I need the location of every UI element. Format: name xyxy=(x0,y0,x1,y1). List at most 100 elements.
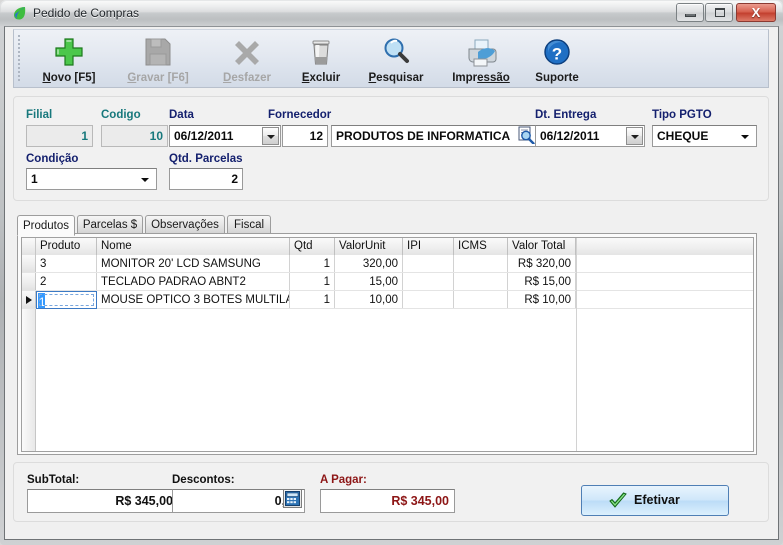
trash-can-icon xyxy=(304,35,338,69)
toolbar-button-impressao[interactable]: Impressão xyxy=(440,32,522,87)
minimize-button[interactable] xyxy=(676,3,704,22)
row-selector-triangle-icon xyxy=(26,296,32,304)
grid-col-icms: ICMS xyxy=(454,238,508,255)
data-date-picker[interactable]: 06/12/2011 xyxy=(169,125,281,147)
chevron-down-icon[interactable] xyxy=(138,170,155,188)
data-value: 06/12/2011 xyxy=(174,129,234,143)
tab-strip: Produtos Parcelas $ Observações Fiscal xyxy=(17,215,757,236)
descontos-label: Descontos: xyxy=(172,474,235,486)
grid-col-ipi: IPI xyxy=(403,238,454,255)
save-disk-icon xyxy=(141,35,175,69)
green-check-icon xyxy=(608,492,628,510)
toolbar-button-desfazer-label: Desfazer xyxy=(223,72,271,84)
filial-field: 1 xyxy=(26,125,93,147)
toolbar-button-suporte[interactable]: ? Suporte xyxy=(524,32,590,87)
magnifier-search-icon[interactable] xyxy=(517,126,535,145)
minimize-icon xyxy=(685,14,696,17)
grid-empty-indicator-column xyxy=(22,309,36,451)
efetivar-button[interactable]: Efetivar xyxy=(581,485,729,516)
cell-ipi xyxy=(403,273,454,290)
cell-icms xyxy=(454,255,508,272)
toolbar-button-excluir[interactable]: Excluir xyxy=(290,32,352,87)
products-grid[interactable]: Produto Nome Qtd ValorUnit IPI ICMS Valo… xyxy=(21,237,754,452)
cell-valortotal: R$ 15,00 xyxy=(508,273,576,290)
chevron-down-icon[interactable] xyxy=(626,127,643,145)
close-button[interactable]: X xyxy=(736,3,776,22)
title-bar: Pedido de Compras X xyxy=(0,0,783,26)
cell-produto-editing[interactable]: 1 xyxy=(36,291,97,309)
cell-produto: 3 xyxy=(36,255,97,272)
grid-indicator-header xyxy=(22,238,36,255)
table-row[interactable]: 1 MOUSE OPTICO 3 BOTES MULTILA 1 10,00 R… xyxy=(22,291,753,309)
grid-col-qtd: Qtd xyxy=(290,238,335,255)
grid-row-indicator-selected xyxy=(22,291,36,308)
codigo-field: 10 xyxy=(101,125,168,147)
efetivar-button-label: Efetivar xyxy=(634,493,680,507)
tab-parcelas[interactable]: Parcelas $ xyxy=(77,215,143,234)
subtotal-field: R$ 345,00 xyxy=(27,489,179,513)
cell-qtd: 1 xyxy=(290,291,335,308)
tab-produtos[interactable]: Produtos xyxy=(17,215,75,236)
fornecedor-name-field[interactable]: PRODUTOS DE INFORMATICA xyxy=(331,125,536,147)
grid-last-column-divider xyxy=(576,238,577,451)
a-pagar-label: A Pagar: xyxy=(320,474,367,486)
help-question-icon: ? xyxy=(540,35,574,69)
tab-fiscal[interactable]: Fiscal xyxy=(227,215,271,234)
cell-valorunit: 320,00 xyxy=(335,255,403,272)
window-title: Pedido de Compras xyxy=(33,6,140,20)
qtd-parcelas-field[interactable]: 2 xyxy=(169,168,243,190)
calculator-button[interactable] xyxy=(283,489,302,508)
toolbar-button-novo[interactable]: Novo [F5] xyxy=(28,32,110,87)
order-header-panel: Filial 1 Codigo 10 Data 06/12/2011 Forne… xyxy=(13,96,769,201)
minimize-button-face xyxy=(677,4,703,21)
tab-observacoes[interactable]: Observações xyxy=(145,215,225,234)
toolbar-grip-handle[interactable] xyxy=(16,32,23,86)
plus-icon xyxy=(52,35,86,69)
cell-qtd: 1 xyxy=(290,255,335,272)
data-label: Data xyxy=(169,109,194,121)
grid-col-valorunit: ValorUnit xyxy=(335,238,403,255)
condicao-value: 1 xyxy=(31,172,38,186)
filial-label: Filial xyxy=(26,109,53,121)
grid-header-row: Produto Nome Qtd ValorUnit IPI ICMS Valo… xyxy=(22,238,753,255)
toolbar-button-pesquisar[interactable]: Pesquisar xyxy=(354,32,438,87)
cell-qtd: 1 xyxy=(290,273,335,290)
fornecedor-label: Fornecedor xyxy=(268,109,332,121)
cell-nome: TECLADO PADRAO ABNT2 xyxy=(97,273,290,290)
subtotal-label: SubTotal: xyxy=(27,474,80,486)
toolbar-button-suporte-label: Suporte xyxy=(535,72,579,84)
grid-col-produto: Produto xyxy=(36,238,97,255)
tipo-pgto-label: Tipo PGTO xyxy=(652,109,712,121)
cell-icms xyxy=(454,273,508,290)
a-pagar-field: R$ 345,00 xyxy=(320,489,455,513)
cell-ipi xyxy=(403,255,454,272)
close-icon: X xyxy=(751,5,761,20)
toolbar-button-pesquisar-label: Pesquisar xyxy=(368,72,424,84)
tipo-pgto-select[interactable]: CHEQUE xyxy=(652,125,757,147)
condicao-select[interactable]: 1 xyxy=(26,168,157,190)
cell-nome: MOUSE OPTICO 3 BOTES MULTILA xyxy=(97,291,290,308)
toolbar-button-impressao-label: Impressão xyxy=(452,72,510,84)
cell-nome: MONITOR 20' LCD SAMSUNG xyxy=(97,255,290,272)
app-window: Pedido de Compras X Novo [F5] Gravar [F6… xyxy=(0,0,783,545)
chevron-down-icon[interactable] xyxy=(262,127,279,145)
toolbar-button-gravar: Gravar [F6] xyxy=(112,32,204,87)
dt-entrega-value: 06/12/2011 xyxy=(540,129,600,143)
chevron-down-icon[interactable] xyxy=(738,127,755,145)
fornecedor-code-field[interactable]: 12 xyxy=(282,125,328,147)
calculator-icon xyxy=(285,491,300,511)
maximize-icon xyxy=(715,8,725,17)
maximize-button[interactable] xyxy=(705,3,733,22)
app-leaf-icon xyxy=(12,5,28,21)
x-cross-icon xyxy=(230,35,264,69)
tipo-pgto-value: CHEQUE xyxy=(657,129,709,143)
table-row[interactable]: 3 MONITOR 20' LCD SAMSUNG 1 320,00 R$ 32… xyxy=(22,255,753,273)
dt-entrega-date-picker[interactable]: 06/12/2011 xyxy=(535,125,645,147)
table-row[interactable]: 2 TECLADO PADRAO ABNT2 1 15,00 R$ 15,00 xyxy=(22,273,753,291)
toolbar-button-excluir-label: Excluir xyxy=(301,72,341,84)
printer-icon xyxy=(464,35,498,69)
cell-valortotal: R$ 10,00 xyxy=(508,291,576,308)
toolbar-button-gravar-label: Gravar [F6] xyxy=(127,72,189,84)
cell-valorunit: 10,00 xyxy=(335,291,403,308)
magnifier-icon xyxy=(379,35,413,69)
